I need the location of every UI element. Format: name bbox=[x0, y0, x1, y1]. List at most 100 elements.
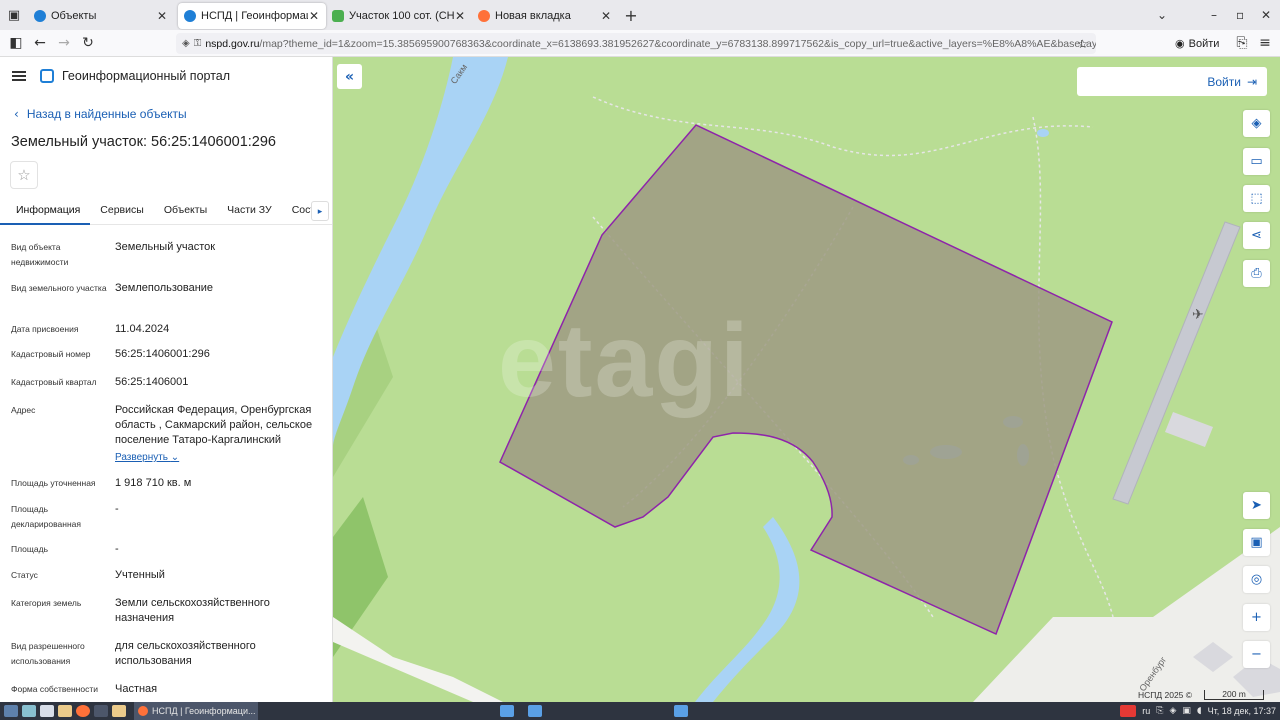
workspace-icon[interactable] bbox=[500, 705, 514, 717]
ruler-icon[interactable]: ▭ bbox=[1243, 148, 1270, 175]
field-row: Форма собственности Частная bbox=[11, 682, 326, 697]
portal-header: Геоинформационный портал bbox=[12, 69, 230, 83]
tab-objects[interactable]: Объекты ✕ bbox=[28, 3, 174, 29]
field-value: Земли сельскохозяйственного назначения bbox=[115, 597, 270, 624]
field-label: Площадь bbox=[11, 544, 49, 554]
shield-icon[interactable]: ◈ bbox=[182, 38, 190, 49]
launcher-icon[interactable] bbox=[40, 705, 54, 717]
workspace-icon[interactable] bbox=[528, 705, 542, 717]
geolocation-icon[interactable]: ◎ bbox=[1243, 566, 1270, 593]
clipboard-icon[interactable]: ⎘ bbox=[1156, 706, 1163, 716]
url-path: /map?theme_id=1&zoom=15.385695900768363&… bbox=[259, 37, 1096, 50]
browser-icon bbox=[138, 706, 148, 716]
menu-icon[interactable]: ≡ bbox=[1253, 31, 1277, 55]
workspace-icon[interactable] bbox=[674, 705, 688, 717]
tab-objects[interactable]: Объекты bbox=[154, 197, 217, 225]
tab-title: Участок 100 сот. (СНТ, ДНП bbox=[349, 10, 454, 22]
close-window-icon[interactable]: ✕ bbox=[1261, 0, 1271, 30]
map-login-button[interactable]: Войти ⇥ bbox=[1077, 67, 1267, 96]
maximize-icon[interactable]: ▫ bbox=[1236, 0, 1244, 30]
stream bbox=[695, 517, 800, 702]
field-value: 56:25:1406001 bbox=[115, 376, 189, 388]
display-icon[interactable]: ▣ bbox=[1182, 706, 1191, 716]
tab-favicon-icon bbox=[184, 10, 196, 22]
keyboard-layout[interactable]: ru bbox=[1142, 706, 1150, 716]
chevron-right-icon[interactable]: ▸ bbox=[311, 201, 329, 221]
close-icon[interactable]: ✕ bbox=[156, 9, 168, 23]
tab-list-chevron-icon[interactable]: ⌄ bbox=[1157, 0, 1167, 30]
clock[interactable]: Чт, 18 дек, 17:37 bbox=[1208, 706, 1276, 716]
minimap-icon[interactable]: ▣ bbox=[1243, 529, 1270, 556]
zoom-out-icon[interactable]: − bbox=[1243, 641, 1270, 668]
account-button[interactable]: ◉ Войти bbox=[1175, 33, 1219, 54]
bookmark-star-icon[interactable]: ☆ bbox=[1077, 37, 1088, 51]
sidebar-toggle-icon[interactable]: ◧ bbox=[4, 31, 28, 55]
tab-services[interactable]: Сервисы bbox=[90, 197, 154, 225]
taskbar-app-browser[interactable]: НСПД | Геоинформаци... bbox=[134, 702, 258, 720]
tab-parts[interactable]: Части ЗУ bbox=[217, 197, 282, 225]
layers-icon[interactable]: ◈ bbox=[1243, 110, 1270, 137]
tab-plot-listing[interactable]: Участок 100 сот. (СНТ, ДНП ✕ bbox=[326, 3, 472, 29]
new-tab-icon[interactable]: + bbox=[618, 6, 644, 25]
minimize-icon[interactable]: – bbox=[1211, 0, 1217, 30]
field-row: Кадастровый номер 56:25:1406001:296 bbox=[11, 347, 326, 362]
close-icon[interactable]: ✕ bbox=[454, 9, 466, 23]
browser-nav-bar: ◧ ← → ↻ ◈ ⚿ nspd.gov.ru /map?theme_id=1&… bbox=[0, 30, 1280, 57]
terminal-icon[interactable] bbox=[94, 705, 108, 717]
url-bar[interactable]: ◈ ⚿ nspd.gov.ru /map?theme_id=1&zoom=15.… bbox=[176, 33, 1096, 54]
expand-link[interactable]: Развернуть ⌄ bbox=[115, 450, 179, 465]
folder-icon[interactable] bbox=[58, 705, 72, 717]
login-icon: ⇥ bbox=[1246, 74, 1257, 89]
tab-title: Объекты bbox=[51, 10, 97, 22]
collapse-panel-icon[interactable]: « bbox=[337, 64, 362, 89]
field-value: Земельный участок bbox=[115, 241, 216, 253]
field-label: Форма собственности bbox=[11, 684, 98, 694]
select-area-icon[interactable]: ⬚ bbox=[1243, 185, 1270, 212]
close-icon[interactable]: ✕ bbox=[600, 9, 612, 23]
scale-bar: 200 m bbox=[1204, 690, 1265, 700]
field-row: Статус Учтенный bbox=[11, 568, 326, 583]
field-value: Землепользование bbox=[115, 282, 214, 294]
field-value: 11.04.2024 bbox=[115, 323, 170, 335]
airport-apron bbox=[1165, 412, 1213, 447]
tab-new[interactable]: Новая вкладка ✕ bbox=[472, 3, 618, 29]
field-label: Вид земельного участка bbox=[11, 283, 107, 293]
share-icon[interactable]: ⋖ bbox=[1243, 222, 1270, 249]
launcher-icon[interactable] bbox=[22, 705, 36, 717]
field-row: Вид земельного участка Землепользование bbox=[11, 281, 326, 296]
locate-icon[interactable]: ➤ bbox=[1243, 492, 1270, 519]
field-value: - bbox=[115, 503, 119, 515]
forward-arrow-icon[interactable]: → bbox=[52, 31, 76, 55]
reload-icon[interactable]: ↻ bbox=[76, 31, 100, 55]
lock-icon[interactable]: ⚿ bbox=[194, 38, 202, 49]
print-icon[interactable]: ⎙ bbox=[1243, 260, 1270, 287]
field-label: Дата присвоения bbox=[11, 324, 79, 334]
shield-icon[interactable]: ◈ bbox=[1169, 706, 1176, 716]
start-menu-icon[interactable] bbox=[4, 705, 18, 717]
field-label: Площадь декларированная bbox=[11, 504, 81, 529]
tab-overview-icon[interactable]: ▣ bbox=[0, 0, 28, 30]
field-row: Площадь - bbox=[11, 542, 326, 557]
close-icon[interactable]: ✕ bbox=[308, 9, 320, 23]
tab-information[interactable]: Информация bbox=[0, 197, 91, 225]
field-label: Кадастровый квартал bbox=[11, 377, 97, 387]
road bbox=[333, 617, 503, 702]
back-to-results-link[interactable]: ‹ Назад в найденные объекты bbox=[14, 107, 187, 121]
url-host: nspd.gov.ru bbox=[205, 37, 260, 50]
browser-icon[interactable] bbox=[76, 705, 90, 717]
network-icon[interactable] bbox=[1120, 705, 1137, 717]
field-label: Адрес bbox=[11, 405, 36, 415]
volume-icon[interactable]: ◖ bbox=[1197, 706, 1202, 716]
favorite-star-icon[interactable]: ☆ bbox=[10, 161, 38, 189]
zoom-in-icon[interactable]: + bbox=[1243, 604, 1270, 631]
tab-nspd[interactable]: НСПД | Геоинформационн ✕ bbox=[178, 3, 326, 29]
map-view[interactable]: ✈ etagi Сакм Оренбург « Войти ⇥ ◈ ▭ ⬚ ⋖ … bbox=[333, 57, 1280, 702]
map-canvas[interactable]: ✈ bbox=[333, 57, 1280, 702]
hamburger-menu-icon[interactable] bbox=[12, 69, 26, 83]
back-arrow-icon[interactable]: ← bbox=[28, 31, 52, 55]
airstrip bbox=[1112, 221, 1241, 505]
tab-favicon-icon bbox=[332, 10, 344, 22]
field-label: Вид разрешенного использования bbox=[11, 641, 85, 666]
folder-icon[interactable] bbox=[112, 705, 126, 717]
extensions-icon[interactable]: ⎘ bbox=[1230, 31, 1254, 55]
